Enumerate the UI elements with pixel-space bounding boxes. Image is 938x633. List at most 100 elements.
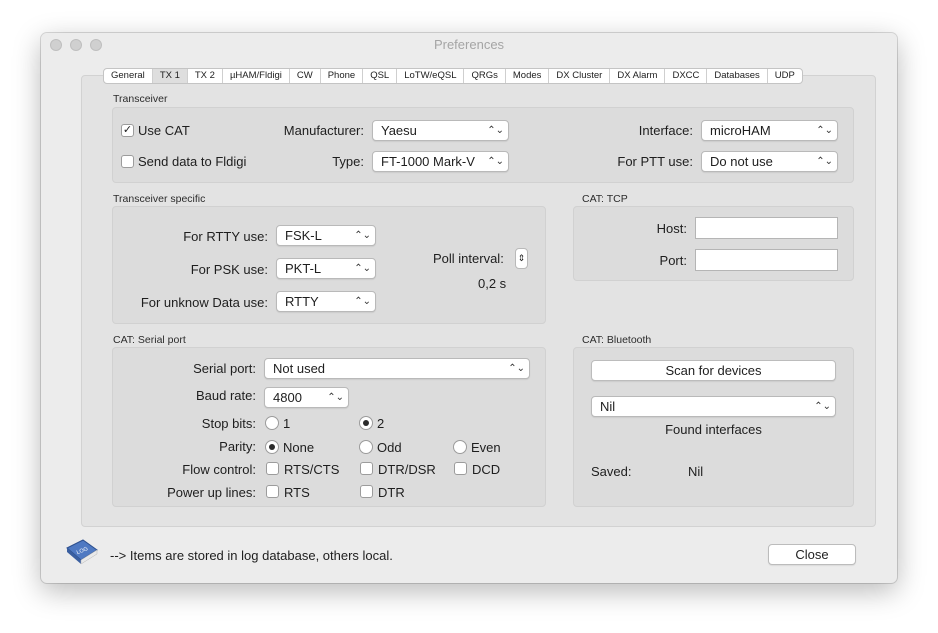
tab-tx1[interactable]: TX 1 [152,69,188,83]
type-select[interactable]: FT-1000 Mark-V ⌃⌄ [372,151,509,172]
rtty-select[interactable]: FSK-L ⌃⌄ [276,225,376,246]
close-button[interactable]: Close [768,544,856,565]
tab-general[interactable]: General [104,69,153,83]
unknown-data-select[interactable]: RTTY ⌃⌄ [276,291,376,312]
ptt-value: Do not use [710,154,773,169]
tab-cw[interactable]: CW [290,69,321,83]
interface-select[interactable]: microHAM ⌃⌄ [701,120,838,141]
rtty-value: FSK-L [285,228,322,243]
parity-even-label: Even [471,440,501,455]
serial-port-select[interactable]: Not used ⌃⌄ [264,358,530,379]
flow-control-label: Flow control: [182,462,256,477]
tab-dxcc[interactable]: DXCC [665,69,708,83]
specific-group-title: Transceiver specific [113,193,206,205]
manufacturer-value: Yaesu [381,123,417,138]
interface-label: Interface: [638,123,693,138]
power-dtr-checkbox[interactable] [360,485,373,498]
poll-interval-value: 0,2 s [478,276,507,291]
parity-none-radio[interactable] [265,440,279,454]
chevron-updown-icon: ⌃⌄ [508,363,525,374]
send-fldigi-checkbox[interactable] [121,155,134,168]
flow-dtr-dsr-label: DTR/DSR [378,462,436,477]
port-input[interactable] [695,249,838,271]
chevron-updown-icon: ⌃⌄ [487,125,504,136]
power-up-label: Power up lines: [167,485,256,500]
flow-dcd-checkbox[interactable] [454,462,467,475]
power-dtr-label: DTR [378,485,405,500]
tab-databases[interactable]: Databases [707,69,768,83]
transceiver-group-title: Transceiver [113,93,168,105]
chevron-updown-icon: ⌃⌄ [814,401,831,412]
serial-port-label: Serial port: [193,361,256,376]
footer-note: --> Items are stored in log database, ot… [110,548,393,563]
title-bar: Preferences [41,33,897,56]
poll-interval-stepper[interactable]: ⇕ [515,248,528,269]
psk-label: For PSK use: [190,262,268,277]
bluetooth-interfaces-select[interactable]: Nil ⌃⌄ [591,396,836,417]
chevron-updown-icon: ⌃⌄ [354,230,371,241]
tab-qrgs[interactable]: QRGs [464,69,506,83]
stop-bits-2-radio[interactable] [359,416,373,430]
tab-qsl[interactable]: QSL [363,69,398,83]
tab-dx-alarm[interactable]: DX Alarm [610,69,666,83]
tab-modes[interactable]: Modes [506,69,550,83]
chevron-updown-icon: ⌃⌄ [816,156,833,167]
baud-rate-select[interactable]: 4800 ⌃⌄ [264,387,349,408]
ptt-select[interactable]: Do not use ⌃⌄ [701,151,838,172]
poll-interval-label: Poll interval: [433,251,504,266]
tab-tx2[interactable]: TX 2 [188,69,223,83]
flow-rts-cts-checkbox[interactable] [266,462,279,475]
host-input[interactable] [695,217,838,239]
power-rts-checkbox[interactable] [266,485,279,498]
zoom-window-icon[interactable] [90,39,102,51]
flow-dcd-label: DCD [472,462,501,477]
type-value: FT-1000 Mark-V [381,154,475,169]
baud-rate-label: Baud rate: [196,388,256,403]
minimize-window-icon[interactable] [70,39,82,51]
tab-udp[interactable]: UDP [768,69,802,83]
tab-dx-cluster[interactable]: DX Cluster [549,69,611,83]
use-cat-checkbox[interactable]: ✓ [121,124,134,137]
parity-none-label: None [283,440,315,455]
parity-even-radio[interactable] [453,440,467,454]
manufacturer-select[interactable]: Yaesu ⌃⌄ [372,120,509,141]
unknown-data-value: RTTY [285,294,319,309]
tab-phone[interactable]: Phone [321,69,364,83]
tcp-group-title: CAT: TCP [582,193,628,205]
scan-devices-button[interactable]: Scan for devices [591,360,836,381]
ptt-label: For PTT use: [617,154,693,169]
use-cat-label: Use CAT [138,123,190,138]
tab-lotw-eqsl[interactable]: LoTW/eQSL [397,69,465,83]
found-interfaces-label: Found interfaces [665,422,762,437]
type-label: Type: [332,154,364,169]
window-title: Preferences [433,37,505,52]
stop-bits-1-radio[interactable] [265,416,279,430]
parity-odd-label: Odd [377,440,402,455]
send-fldigi-label: Send data to Fldigi [138,154,247,169]
close-window-icon[interactable] [50,39,62,51]
manufacturer-label: Manufacturer: [283,123,364,138]
chevron-updown-icon: ⌃⌄ [327,392,344,403]
bluetooth-group-title: CAT: Bluetooth [582,334,652,346]
unknown-data-label: For unknow Data use: [140,295,268,310]
bluetooth-interfaces-value: Nil [600,399,616,414]
stop-bits-label: Stop bits: [201,416,256,431]
power-rts-label: RTS [284,485,310,500]
chevron-updown-icon: ⌃⌄ [354,296,371,307]
chevron-updown-icon: ⌃⌄ [487,156,504,167]
parity-odd-radio[interactable] [359,440,373,454]
chevron-updown-icon: ⌃⌄ [816,125,833,136]
saved-label: Saved: [591,464,632,479]
flow-rts-cts-label: RTS/CTS [284,462,340,477]
tab-microham-fldigi[interactable]: µHAM/Fldigi [223,69,290,83]
stop-bits-2-label: 2 [377,416,385,431]
flow-dtr-dsr-checkbox[interactable] [360,462,373,475]
rtty-label: For RTTY use: [183,229,268,244]
psk-select[interactable]: PKT-L ⌃⌄ [276,258,376,279]
log-book-icon: LOG [65,538,99,568]
interface-value: microHAM [710,123,771,138]
preferences-window: Preferences General TX 1 TX 2 µHAM/Fldig… [41,33,897,583]
saved-value: Nil [688,464,704,479]
serial-port-value: Not used [273,361,326,376]
psk-value: PKT-L [285,261,322,276]
